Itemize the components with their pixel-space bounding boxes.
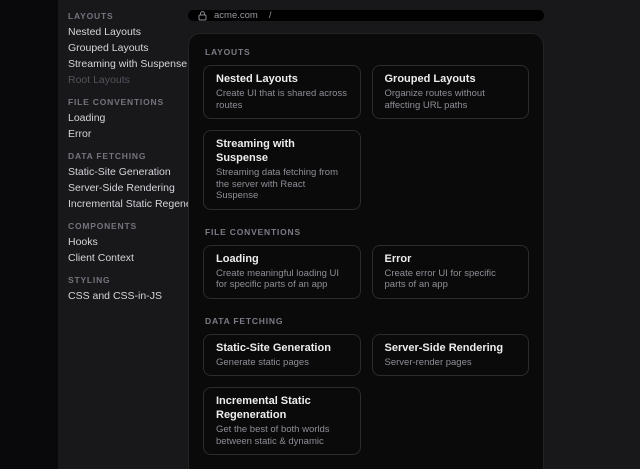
sidebar-section-components: COMPONENTSHooksClient Context: [68, 218, 188, 266]
card-grid: Static-Site Generation Generate static pa…: [203, 334, 529, 456]
lock-icon: [198, 11, 207, 21]
panel-section-label: DATA FETCHING: [205, 316, 529, 327]
sidebar-item-static-site-generation[interactable]: Static-Site Generation: [68, 164, 188, 180]
sidebar-item-hooks[interactable]: Hooks: [68, 234, 188, 250]
sidebar-section-label: LAYOUTS: [68, 8, 188, 24]
card-grid: Loading Create meaningful loading UI for …: [203, 245, 529, 299]
sidebar-item-incremental-static-regeneration[interactable]: Incremental Static Regeneration: [68, 196, 188, 212]
card-description: Organize routes without affecting URL pa…: [385, 88, 517, 111]
card-grid: Nested Layouts Create UI that is shared a…: [203, 65, 529, 210]
card-title: Static-Site Generation: [216, 341, 348, 355]
card-description: Server-render pages: [385, 357, 517, 369]
card-loading[interactable]: Loading Create meaningful loading UI for …: [203, 245, 361, 299]
card-description: Create error UI for specific parts of an…: [385, 268, 517, 291]
sidebar-item-error[interactable]: Error: [68, 126, 188, 142]
sidebar-section-file-conventions: FILE CONVENTIONSLoadingError: [68, 94, 188, 142]
card-grouped-layouts[interactable]: Grouped Layouts Organize routes without a…: [372, 65, 530, 119]
app-root: LAYOUTSNested LayoutsGrouped LayoutsStre…: [0, 0, 640, 469]
panel-section-data-fetching: DATA FETCHING Static-Site Generation Gener…: [203, 316, 529, 456]
sidebar-item-grouped-layouts[interactable]: Grouped Layouts: [68, 40, 188, 56]
address-path[interactable]: /: [269, 10, 272, 21]
card-title: Error: [385, 252, 517, 266]
sidebar-item-client-context[interactable]: Client Context: [68, 250, 188, 266]
left-rail: [0, 0, 58, 469]
sidebar-section-data-fetching: DATA FETCHINGStatic-Site GenerationServe…: [68, 148, 188, 212]
panel-section-layouts: LAYOUTS Nested Layouts Create UI that is s…: [203, 47, 529, 210]
sidebar-item-root-layouts: Root Layouts: [68, 72, 188, 88]
sidebar-section-label: COMPONENTS: [68, 218, 188, 234]
card-title: Nested Layouts: [216, 72, 348, 86]
sidebar-section-label: FILE CONVENTIONS: [68, 94, 188, 110]
card-title: Streaming with Suspense: [216, 137, 348, 165]
sidebar: LAYOUTSNested LayoutsGrouped LayoutsStre…: [58, 0, 188, 469]
content-panel: LAYOUTS Nested Layouts Create UI that is s…: [188, 33, 544, 469]
sidebar-item-streaming-with-suspense[interactable]: Streaming with Suspense: [68, 56, 188, 72]
sidebar-item-server-side-rendering[interactable]: Server-Side Rendering: [68, 180, 188, 196]
card-server-side-rendering[interactable]: Server-Side Rendering Server-render pages: [372, 334, 530, 377]
card-incremental-static-regeneration[interactable]: Incremental Static RegenerationGet the b…: [203, 387, 361, 455]
card-description: Create UI that is shared across routes: [216, 88, 348, 111]
main-column: acme.com / LAYOUTS Nested Layouts Create U…: [188, 0, 544, 469]
card-title: Incremental Static Regeneration: [216, 394, 348, 422]
address-bar[interactable]: acme.com /: [188, 10, 544, 21]
sidebar-section-label: STYLING: [68, 272, 188, 288]
card-streaming-with-suspense[interactable]: Streaming with SuspenseStreaming data fe…: [203, 130, 361, 210]
address-domain: acme.com: [214, 10, 258, 21]
card-error[interactable]: Error Create error UI for specific parts …: [372, 245, 530, 299]
panel-section-label: LAYOUTS: [205, 47, 529, 58]
card-description: Streaming data fetching from the server …: [216, 167, 348, 202]
card-nested-layouts[interactable]: Nested Layouts Create UI that is shared a…: [203, 65, 361, 119]
card-static-site-generation[interactable]: Static-Site Generation Generate static pa…: [203, 334, 361, 377]
card-title: Server-Side Rendering: [385, 341, 517, 355]
card-title: Loading: [216, 252, 348, 266]
sidebar-section-layouts: LAYOUTSNested LayoutsGrouped LayoutsStre…: [68, 8, 188, 88]
card-description: Get the best of both worlds between stat…: [216, 424, 348, 447]
sidebar-section-styling: STYLINGCSS and CSS-in-JS: [68, 272, 188, 304]
panel-section-label: FILE CONVENTIONS: [205, 227, 529, 238]
sidebar-item-loading[interactable]: Loading: [68, 110, 188, 126]
card-description: Generate static pages: [216, 357, 348, 369]
sidebar-item-css-and-css-in-js[interactable]: CSS and CSS-in-JS: [68, 288, 188, 304]
sidebar-item-nested-layouts[interactable]: Nested Layouts: [68, 24, 188, 40]
sidebar-section-label: DATA FETCHING: [68, 148, 188, 164]
panel-section-file-conventions: FILE CONVENTIONS Loading Create meaningful…: [203, 227, 529, 299]
card-description: Create meaningful loading UI for specifi…: [216, 268, 348, 291]
card-title: Grouped Layouts: [385, 72, 517, 86]
